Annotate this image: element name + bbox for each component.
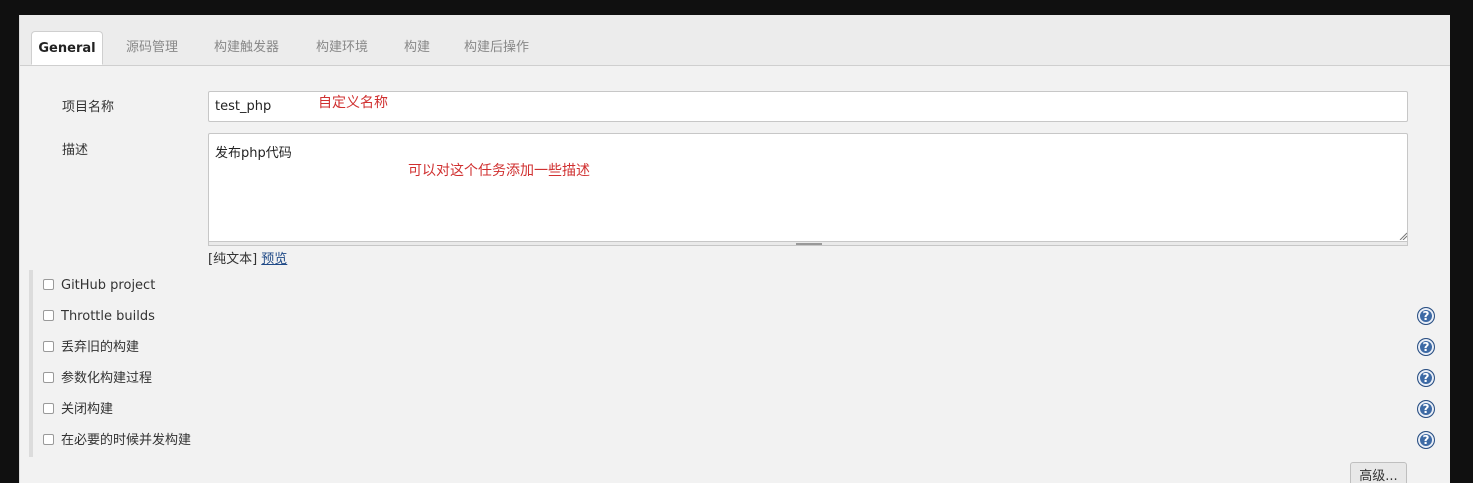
option-github-project[interactable]: GitHub project: [43, 276, 155, 296]
option-label: 丢弃旧的构建: [61, 340, 140, 355]
checkbox-discard-old-builds[interactable]: [43, 341, 54, 352]
plain-text-label: [纯文本]: [208, 252, 258, 267]
config-tab-bar: General 源码管理 构建触发器 构建环境 构建 构建后操作: [20, 15, 1450, 66]
project-name-label: 项目名称: [62, 100, 115, 115]
project-name-annotation: 自定义名称: [318, 95, 388, 111]
option-discard-old-builds[interactable]: 丢弃旧的构建: [43, 338, 139, 358]
option-label: Throttle builds: [61, 309, 155, 324]
checkbox-disable-build[interactable]: [43, 403, 54, 414]
textarea-resize-handle[interactable]: [208, 241, 1408, 246]
help-icon[interactable]: ?: [1417, 307, 1435, 325]
help-icon[interactable]: ?: [1417, 431, 1435, 449]
advanced-button[interactable]: 高级...: [1350, 462, 1407, 483]
option-parameterized-build[interactable]: 参数化构建过程: [43, 369, 152, 389]
option-label: 参数化构建过程: [61, 371, 153, 386]
tab-post-build-actions[interactable]: 构建后操作: [464, 31, 529, 65]
description-textarea[interactable]: 发布php代码: [208, 133, 1408, 243]
option-disable-build[interactable]: 关闭构建: [43, 400, 113, 420]
tab-source-code-management[interactable]: 源码管理: [126, 31, 178, 65]
checkbox-throttle-builds[interactable]: [43, 310, 54, 321]
help-icon[interactable]: ?: [1417, 400, 1435, 418]
preview-link[interactable]: 预览: [261, 252, 287, 267]
tab-build-triggers[interactable]: 构建触发器: [214, 31, 279, 65]
options-section-bar: [29, 270, 33, 457]
option-label: 关闭构建: [61, 402, 114, 417]
help-icon[interactable]: ?: [1417, 338, 1435, 356]
job-config-panel: General 源码管理 构建触发器 构建环境 构建 构建后操作 项目名称 自定…: [19, 15, 1450, 483]
preview-row: [纯文本] 预览: [208, 248, 287, 267]
resize-corner-icon[interactable]: [1399, 232, 1407, 240]
tab-build[interactable]: 构建: [404, 31, 430, 65]
description-annotation: 可以对这个任务添加一些描述: [408, 163, 590, 179]
tab-build-environment[interactable]: 构建环境: [316, 31, 368, 65]
checkbox-parameterized-build[interactable]: [43, 372, 54, 383]
checkbox-concurrent-builds[interactable]: [43, 434, 54, 445]
checkbox-github-project[interactable]: [43, 279, 54, 290]
option-label: 在必要的时候并发构建: [61, 433, 192, 448]
help-icon[interactable]: ?: [1417, 369, 1435, 387]
description-label: 描述: [62, 143, 89, 158]
tab-general[interactable]: General: [31, 31, 103, 65]
project-name-input[interactable]: [208, 91, 1408, 122]
option-throttle-builds[interactable]: Throttle builds: [43, 307, 155, 327]
option-concurrent-builds[interactable]: 在必要的时候并发构建: [43, 431, 191, 451]
grip-lines-icon: [796, 243, 822, 245]
option-label: GitHub project: [61, 278, 156, 293]
